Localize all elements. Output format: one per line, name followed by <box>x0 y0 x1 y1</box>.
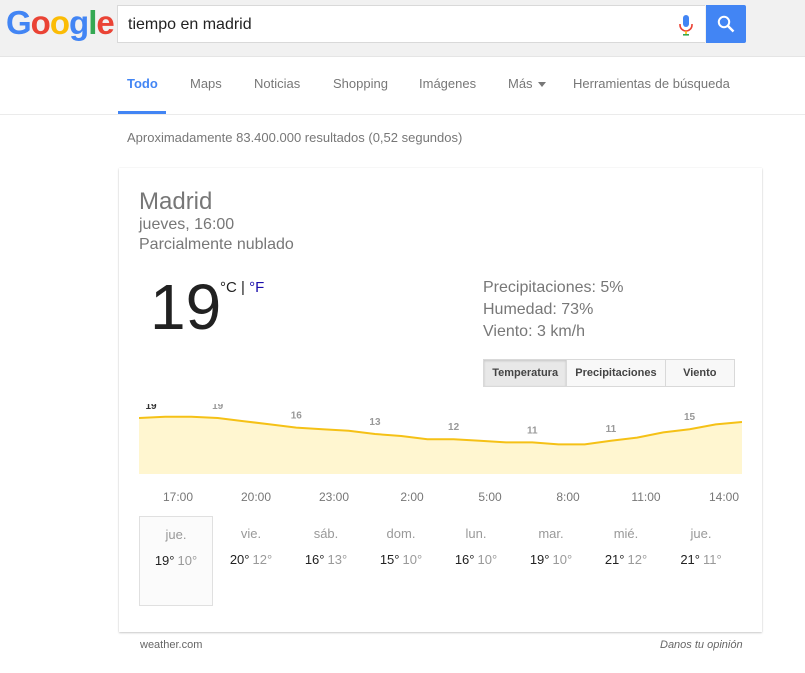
day-high: 21° <box>604 552 625 567</box>
tab-search-tools[interactable]: Herramientas de búsqueda <box>573 76 730 91</box>
day-temps: 21° 12° <box>589 552 663 567</box>
forecast-day[interactable]: jue. 21° 11° <box>664 516 738 606</box>
chart-mode-toggle: Temperatura Precipitaciones Viento <box>483 359 735 387</box>
hour-label: 17:00 <box>162 490 194 504</box>
forecast-day[interactable]: vie. 20° 12° <box>214 516 288 606</box>
forecast-day[interactable]: mar. 19° 10° <box>514 516 588 606</box>
day-low: 10° <box>552 552 573 567</box>
day-temps: 21° 11° <box>664 552 738 567</box>
temperature-data-label: 19 <box>145 404 157 412</box>
day-high: 15° <box>379 552 400 567</box>
hour-label: 2:00 <box>400 490 424 504</box>
search-icon <box>717 15 735 33</box>
day-name: mié. <box>613 526 639 541</box>
day-name: jue. <box>690 526 712 541</box>
active-tab-indicator <box>118 111 166 114</box>
toggle-precipitation[interactable]: Precipitaciones <box>567 360 666 386</box>
humidity-stat: Humedad: 73% <box>483 301 594 318</box>
day-name: mar. <box>538 526 564 541</box>
google-logo[interactable]: Google <box>6 4 115 42</box>
microphone-icon[interactable] <box>677 14 695 36</box>
hour-label: 8:00 <box>556 490 580 504</box>
forecast-day[interactable]: sáb. 16° 13° <box>289 516 363 606</box>
forecast-day[interactable]: jue. 19° 10° <box>139 516 213 606</box>
day-low: 11° <box>702 552 722 567</box>
tab-all[interactable]: Todo <box>127 76 158 91</box>
day-low: 10° <box>402 552 423 567</box>
search-input[interactable] <box>126 6 670 44</box>
precipitation-stat: Precipitaciones: 5% <box>483 279 624 296</box>
current-temperature: 19 <box>150 271 222 343</box>
day-temps: 16° 13° <box>289 552 363 567</box>
day-low: 10° <box>477 552 498 567</box>
tab-more[interactable]: Más <box>508 76 546 91</box>
daily-forecast: jue. 19° 10° vie. 20° 12° sáb. 16° 13° dom.… <box>139 516 742 608</box>
day-high: 19° <box>154 553 175 568</box>
hour-label: 23:00 <box>318 490 350 504</box>
feedback-link[interactable]: Danos tu opinión <box>660 639 743 651</box>
temperature-chart-svg: 19 19 16 13 12 11 11 15 <box>139 404 742 474</box>
temperature-data-label: 11 <box>606 424 617 435</box>
forecast-day[interactable]: dom. 15° 10° <box>364 516 438 606</box>
search-tabs: Todo Maps Noticias Shopping Imágenes Más… <box>0 56 805 115</box>
day-high: 16° <box>454 552 475 567</box>
day-high: 16° <box>304 552 325 567</box>
tab-more-label: Más <box>508 76 533 91</box>
day-high: 21° <box>680 552 700 567</box>
top-bar: Google <box>0 0 805 57</box>
unit-separator: | <box>236 279 250 296</box>
day-high: 20° <box>229 552 250 567</box>
tab-images[interactable]: Imágenes <box>419 76 476 91</box>
weather-card: Madrid jueves, 16:00 Parcialmente nublad… <box>119 168 762 632</box>
day-low: 12° <box>627 552 648 567</box>
temperature-data-label: 16 <box>291 411 303 422</box>
forecast-day[interactable]: mié. 21° 12° <box>589 516 663 606</box>
weather-location: Madrid <box>139 188 213 215</box>
hour-label: 20:00 <box>240 490 272 504</box>
tab-maps[interactable]: Maps <box>190 76 222 91</box>
temperature-units: °C | °F <box>220 279 264 296</box>
temperature-chart: 19 19 16 13 12 11 11 15 <box>139 404 742 484</box>
day-temps: 15° 10° <box>364 552 438 567</box>
toggle-wind[interactable]: Viento <box>666 360 734 386</box>
day-temps: 19° 10° <box>514 552 588 567</box>
temperature-data-label: 11 <box>527 425 538 436</box>
hour-label: 11:00 <box>631 490 661 504</box>
day-temps: 19° 10° <box>140 553 212 568</box>
temperature-data-label: 19 <box>212 404 224 412</box>
toggle-temperature[interactable]: Temperatura <box>484 360 568 386</box>
day-temps: 16° 10° <box>439 552 513 567</box>
forecast-day[interactable]: lun. 16° 10° <box>439 516 513 606</box>
wind-stat: Viento: 3 km/h <box>483 323 585 340</box>
temperature-data-label: 12 <box>448 422 460 433</box>
day-name: sáb. <box>313 526 339 541</box>
fahrenheit-unit-link[interactable]: °F <box>249 279 264 296</box>
day-low: 10° <box>177 553 198 568</box>
day-name: jue. <box>165 527 187 542</box>
chevron-down-icon <box>537 82 546 88</box>
tab-news[interactable]: Noticias <box>254 76 300 91</box>
day-low: 12° <box>252 552 273 567</box>
day-temps: 20° 12° <box>214 552 288 567</box>
hour-label: 5:00 <box>478 490 502 504</box>
weather-source-link[interactable]: weather.com <box>140 639 202 651</box>
temperature-data-label: 15 <box>684 412 696 423</box>
search-box <box>117 5 705 44</box>
day-name: lun. <box>465 526 487 541</box>
temperature-data-label: 13 <box>369 417 381 428</box>
weather-day-time: jueves, 16:00 <box>139 216 235 233</box>
weather-stats: Precipitaciones: 5% Humedad: 73% Viento:… <box>483 277 624 343</box>
day-high: 19° <box>529 552 550 567</box>
day-name: vie. <box>240 526 262 541</box>
temperature-area <box>139 416 742 474</box>
day-low: 13° <box>327 552 348 567</box>
hour-label: 14:00 <box>708 490 740 504</box>
celsius-unit: °C <box>220 279 237 296</box>
day-name: dom. <box>386 526 416 541</box>
search-button[interactable] <box>706 5 746 43</box>
weather-condition: Parcialmente nublado <box>139 236 294 253</box>
results-count: Aproximadamente 83.400.000 resultados (0… <box>127 130 463 145</box>
tab-shopping[interactable]: Shopping <box>333 76 388 91</box>
hour-labels: 17:00 20:00 23:00 2:00 5:00 8:00 11:00 1… <box>139 490 742 506</box>
